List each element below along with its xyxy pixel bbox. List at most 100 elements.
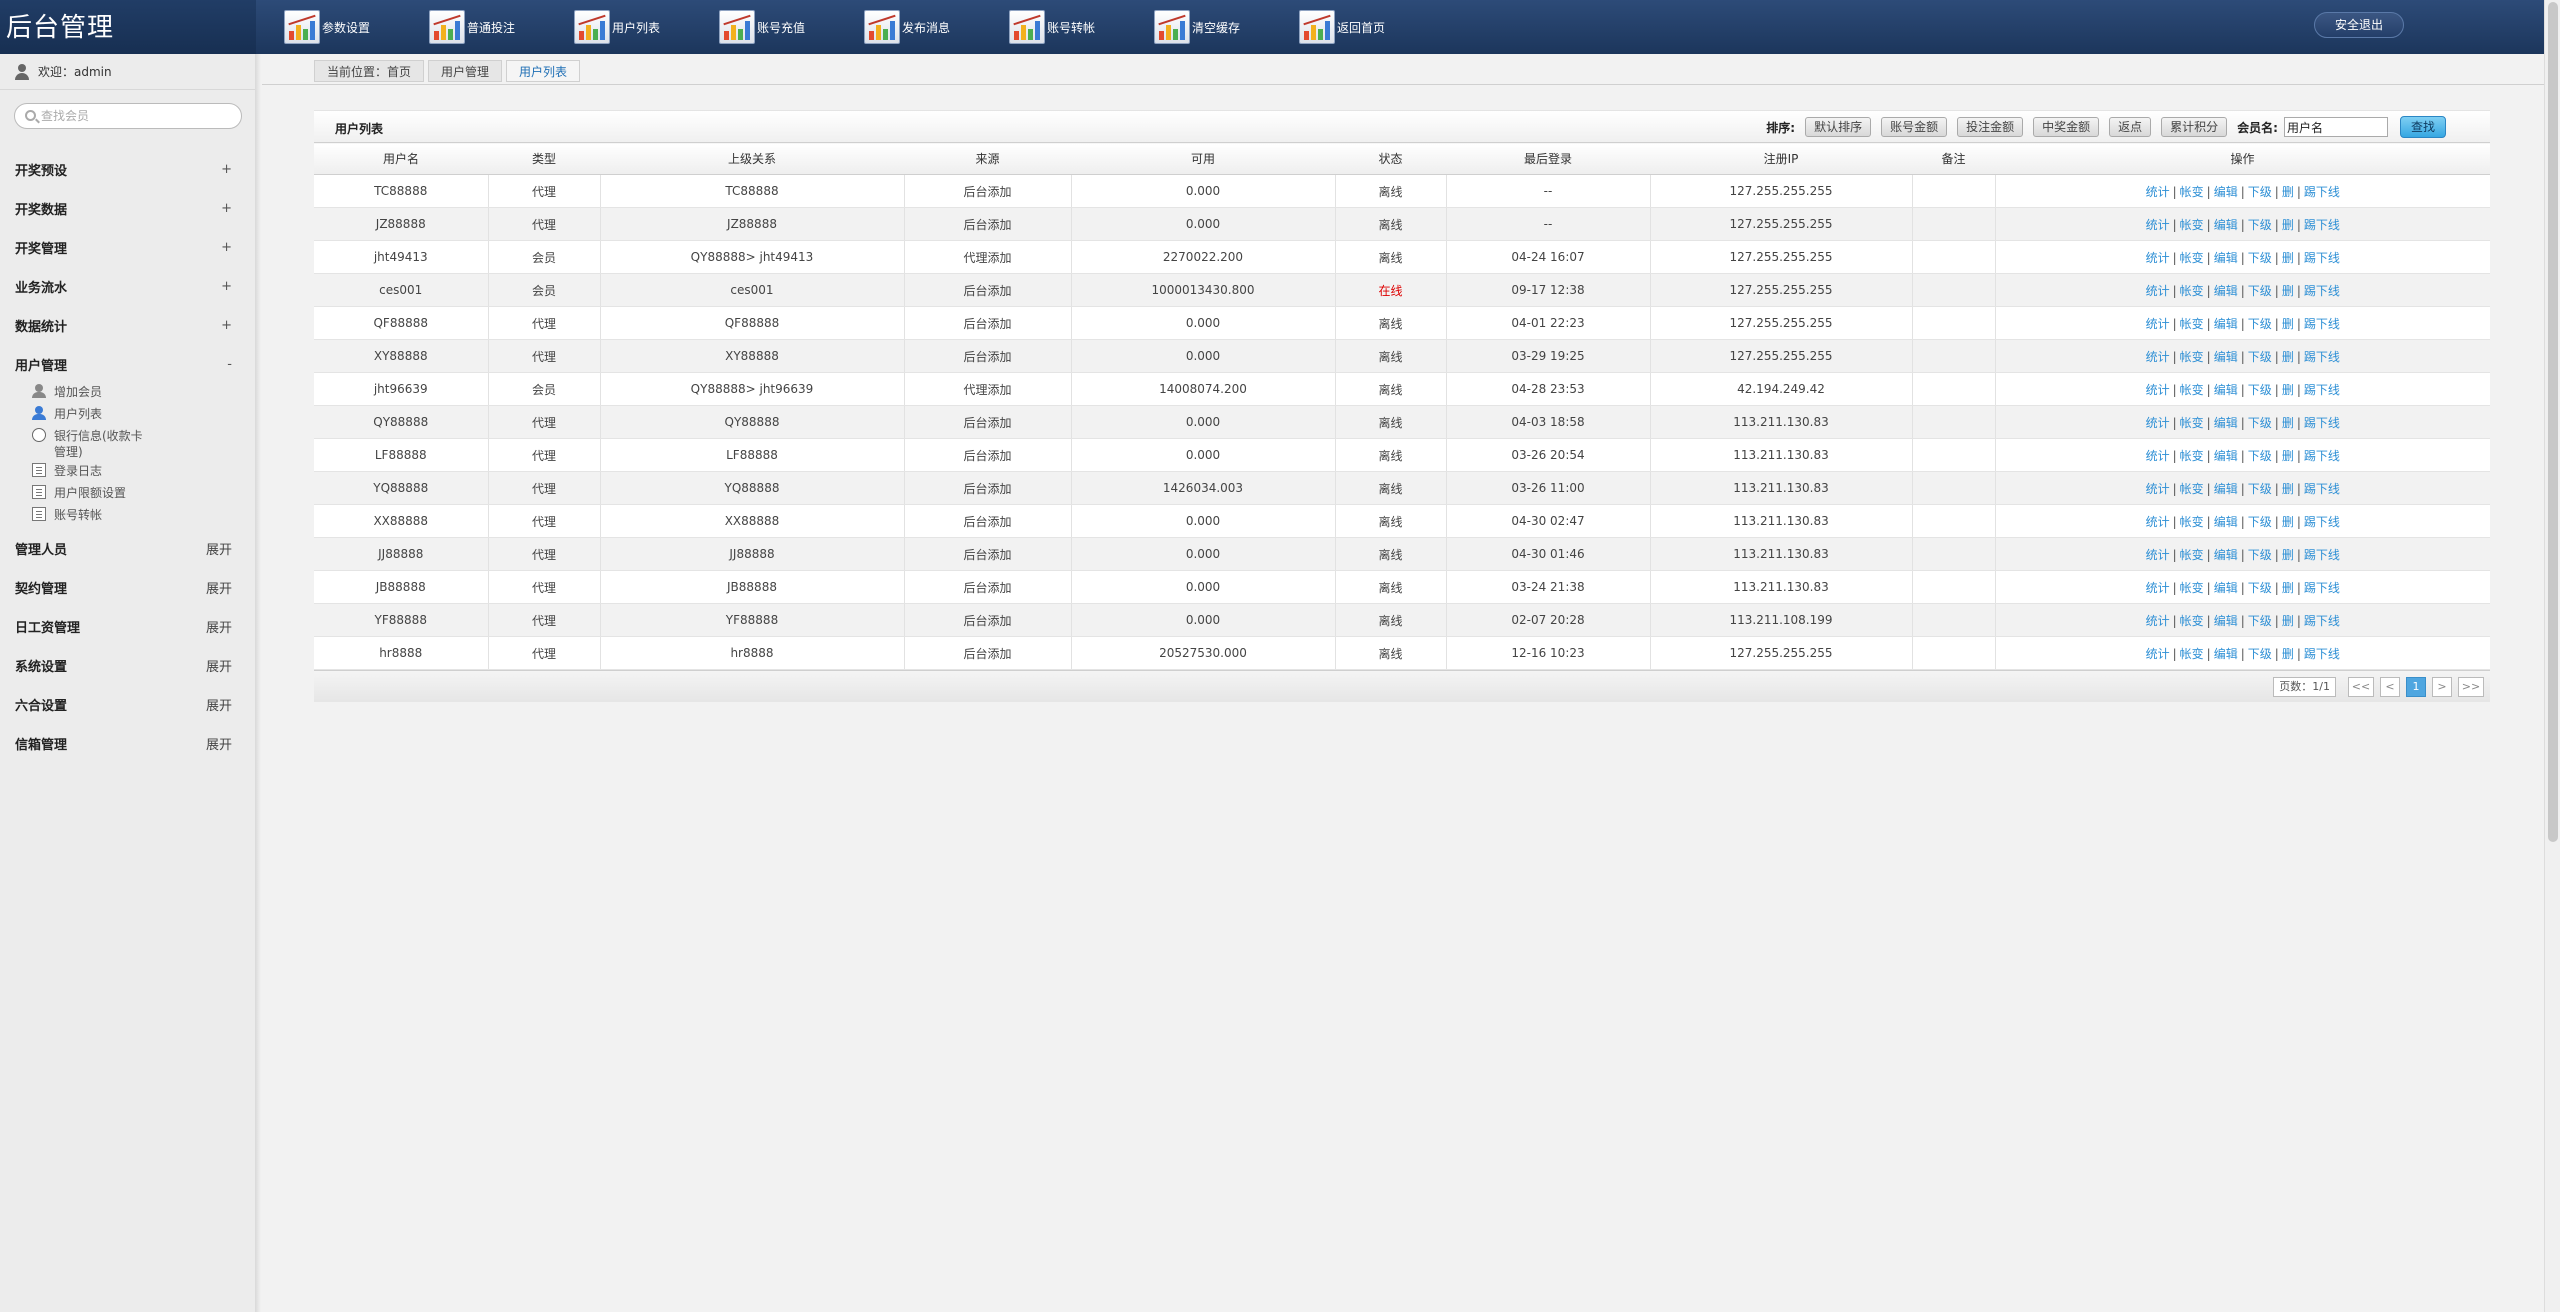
sidebar-group-toggle[interactable]: + xyxy=(221,318,232,333)
row-action-link[interactable]: 踢下线 xyxy=(2304,581,2340,595)
member-name-input[interactable] xyxy=(2283,117,2388,137)
row-action-link[interactable]: 帐变 xyxy=(2180,185,2204,199)
row-action-link[interactable]: 帐变 xyxy=(2180,317,2204,331)
page-scrollbar[interactable] xyxy=(2544,0,2560,1312)
row-action-link[interactable]: 编辑 xyxy=(2214,383,2238,397)
breadcrumb-item[interactable]: 当前位置：首页 xyxy=(314,60,425,82)
last-page-button[interactable]: >> xyxy=(2458,677,2484,697)
sidebar-group[interactable]: 用户管理 - xyxy=(0,345,256,384)
sidebar-group-toggle[interactable]: 展开 xyxy=(206,617,232,636)
scrollbar-thumb[interactable] xyxy=(2548,2,2558,842)
sidebar-group[interactable]: 开奖数据 + xyxy=(0,189,256,228)
first-page-button[interactable]: << xyxy=(2348,677,2374,697)
sidebar-group-toggle[interactable]: + xyxy=(221,240,232,255)
sort-button[interactable]: 账号金额 xyxy=(1881,117,1948,137)
row-action-link[interactable]: 删 xyxy=(2282,251,2294,265)
row-action-link[interactable]: 踢下线 xyxy=(2304,251,2340,265)
row-action-link[interactable]: 踢下线 xyxy=(2304,449,2340,463)
row-action-link[interactable]: 帐变 xyxy=(2180,416,2204,430)
sidebar-group-toggle[interactable]: + xyxy=(221,162,232,177)
sidebar-group-toggle[interactable]: 展开 xyxy=(206,656,232,675)
row-action-link[interactable]: 帐变 xyxy=(2180,647,2204,661)
sidebar-subitem[interactable]: 增加会员 xyxy=(32,381,256,403)
breadcrumb-item[interactable]: 用户管理 xyxy=(428,60,503,82)
row-action-link[interactable]: 下级 xyxy=(2248,647,2272,661)
row-action-link[interactable]: 踢下线 xyxy=(2304,185,2340,199)
row-action-link[interactable]: 统计 xyxy=(2146,614,2170,628)
sidebar-group-toggle[interactable]: - xyxy=(227,357,232,372)
sidebar-group[interactable]: 管理人员 展开 xyxy=(0,529,256,568)
sidebar-group[interactable]: 开奖预设 + xyxy=(0,150,256,189)
row-action-link[interactable]: 下级 xyxy=(2248,581,2272,595)
top-nav-item[interactable]: 发布消息 xyxy=(864,0,1009,54)
row-action-link[interactable]: 帐变 xyxy=(2180,548,2204,562)
sidebar-group[interactable]: 系统设置 展开 xyxy=(0,646,256,685)
sidebar-group[interactable]: 契约管理 展开 xyxy=(0,568,256,607)
row-action-link[interactable]: 统计 xyxy=(2146,482,2170,496)
row-action-link[interactable]: 帐变 xyxy=(2180,218,2204,232)
row-action-link[interactable]: 统计 xyxy=(2146,284,2170,298)
row-action-link[interactable]: 踢下线 xyxy=(2304,284,2340,298)
sidebar-subitem[interactable]: 登录日志 xyxy=(32,460,256,482)
row-action-link[interactable]: 删 xyxy=(2282,284,2294,298)
sidebar-group[interactable]: 业务流水 + xyxy=(0,267,256,306)
row-action-link[interactable]: 编辑 xyxy=(2214,548,2238,562)
row-action-link[interactable]: 统计 xyxy=(2146,581,2170,595)
row-action-link[interactable]: 踢下线 xyxy=(2304,383,2340,397)
row-action-link[interactable]: 踢下线 xyxy=(2304,350,2340,364)
row-action-link[interactable]: 下级 xyxy=(2248,383,2272,397)
next-page-button[interactable]: > xyxy=(2432,677,2452,697)
row-action-link[interactable]: 踢下线 xyxy=(2304,515,2340,529)
sort-button[interactable]: 返点 xyxy=(2109,117,2152,137)
row-action-link[interactable]: 踢下线 xyxy=(2304,614,2340,628)
row-action-link[interactable]: 编辑 xyxy=(2214,515,2238,529)
row-action-link[interactable]: 统计 xyxy=(2146,515,2170,529)
row-action-link[interactable]: 踢下线 xyxy=(2304,482,2340,496)
row-action-link[interactable]: 下级 xyxy=(2248,449,2272,463)
row-action-link[interactable]: 下级 xyxy=(2248,350,2272,364)
row-action-link[interactable]: 帐变 xyxy=(2180,482,2204,496)
row-action-link[interactable]: 踢下线 xyxy=(2304,548,2340,562)
row-action-link[interactable]: 编辑 xyxy=(2214,185,2238,199)
row-action-link[interactable]: 踢下线 xyxy=(2304,647,2340,661)
row-action-link[interactable]: 帐变 xyxy=(2180,350,2204,364)
row-action-link[interactable]: 删 xyxy=(2282,185,2294,199)
row-action-link[interactable]: 帐变 xyxy=(2180,383,2204,397)
row-action-link[interactable]: 下级 xyxy=(2248,185,2272,199)
sidebar-group-toggle[interactable]: 展开 xyxy=(206,578,232,597)
row-action-link[interactable]: 踢下线 xyxy=(2304,218,2340,232)
row-action-link[interactable]: 编辑 xyxy=(2214,218,2238,232)
row-action-link[interactable]: 帐变 xyxy=(2180,614,2204,628)
row-action-link[interactable]: 帐变 xyxy=(2180,251,2204,265)
row-action-link[interactable]: 编辑 xyxy=(2214,350,2238,364)
top-nav-item[interactable]: 普通投注 xyxy=(429,0,574,54)
row-action-link[interactable]: 删 xyxy=(2282,515,2294,529)
row-action-link[interactable]: 编辑 xyxy=(2214,284,2238,298)
row-action-link[interactable]: 编辑 xyxy=(2214,416,2238,430)
sidebar-group[interactable]: 数据统计 + xyxy=(0,306,256,345)
sort-button[interactable]: 中奖金额 xyxy=(2033,117,2100,137)
row-action-link[interactable]: 统计 xyxy=(2146,185,2170,199)
row-action-link[interactable]: 编辑 xyxy=(2214,581,2238,595)
row-action-link[interactable]: 统计 xyxy=(2146,416,2170,430)
top-nav-item[interactable]: 参数设置 xyxy=(284,0,429,54)
sidebar-group[interactable]: 六合设置 展开 xyxy=(0,685,256,724)
sidebar-group-toggle[interactable]: 展开 xyxy=(206,695,232,714)
row-action-link[interactable]: 删 xyxy=(2282,350,2294,364)
sidebar-subitem[interactable]: 用户列表 xyxy=(32,403,256,425)
row-action-link[interactable]: 编辑 xyxy=(2214,647,2238,661)
sidebar-group-toggle[interactable]: 展开 xyxy=(206,539,232,558)
row-action-link[interactable]: 删 xyxy=(2282,218,2294,232)
sidebar-group[interactable]: 信箱管理 展开 xyxy=(0,724,256,763)
row-action-link[interactable]: 下级 xyxy=(2248,482,2272,496)
row-action-link[interactable]: 编辑 xyxy=(2214,614,2238,628)
row-action-link[interactable]: 下级 xyxy=(2248,251,2272,265)
row-action-link[interactable]: 删 xyxy=(2282,317,2294,331)
row-action-link[interactable]: 下级 xyxy=(2248,548,2272,562)
row-action-link[interactable]: 删 xyxy=(2282,482,2294,496)
sidebar-subitem[interactable]: 银行信息(收款卡管理) xyxy=(32,425,256,460)
logout-button[interactable]: 安全退出 xyxy=(2314,12,2404,38)
row-action-link[interactable]: 删 xyxy=(2282,383,2294,397)
sidebar-group[interactable]: 开奖管理 + xyxy=(0,228,256,267)
sidebar-subitem[interactable]: 用户限额设置 xyxy=(32,482,256,504)
